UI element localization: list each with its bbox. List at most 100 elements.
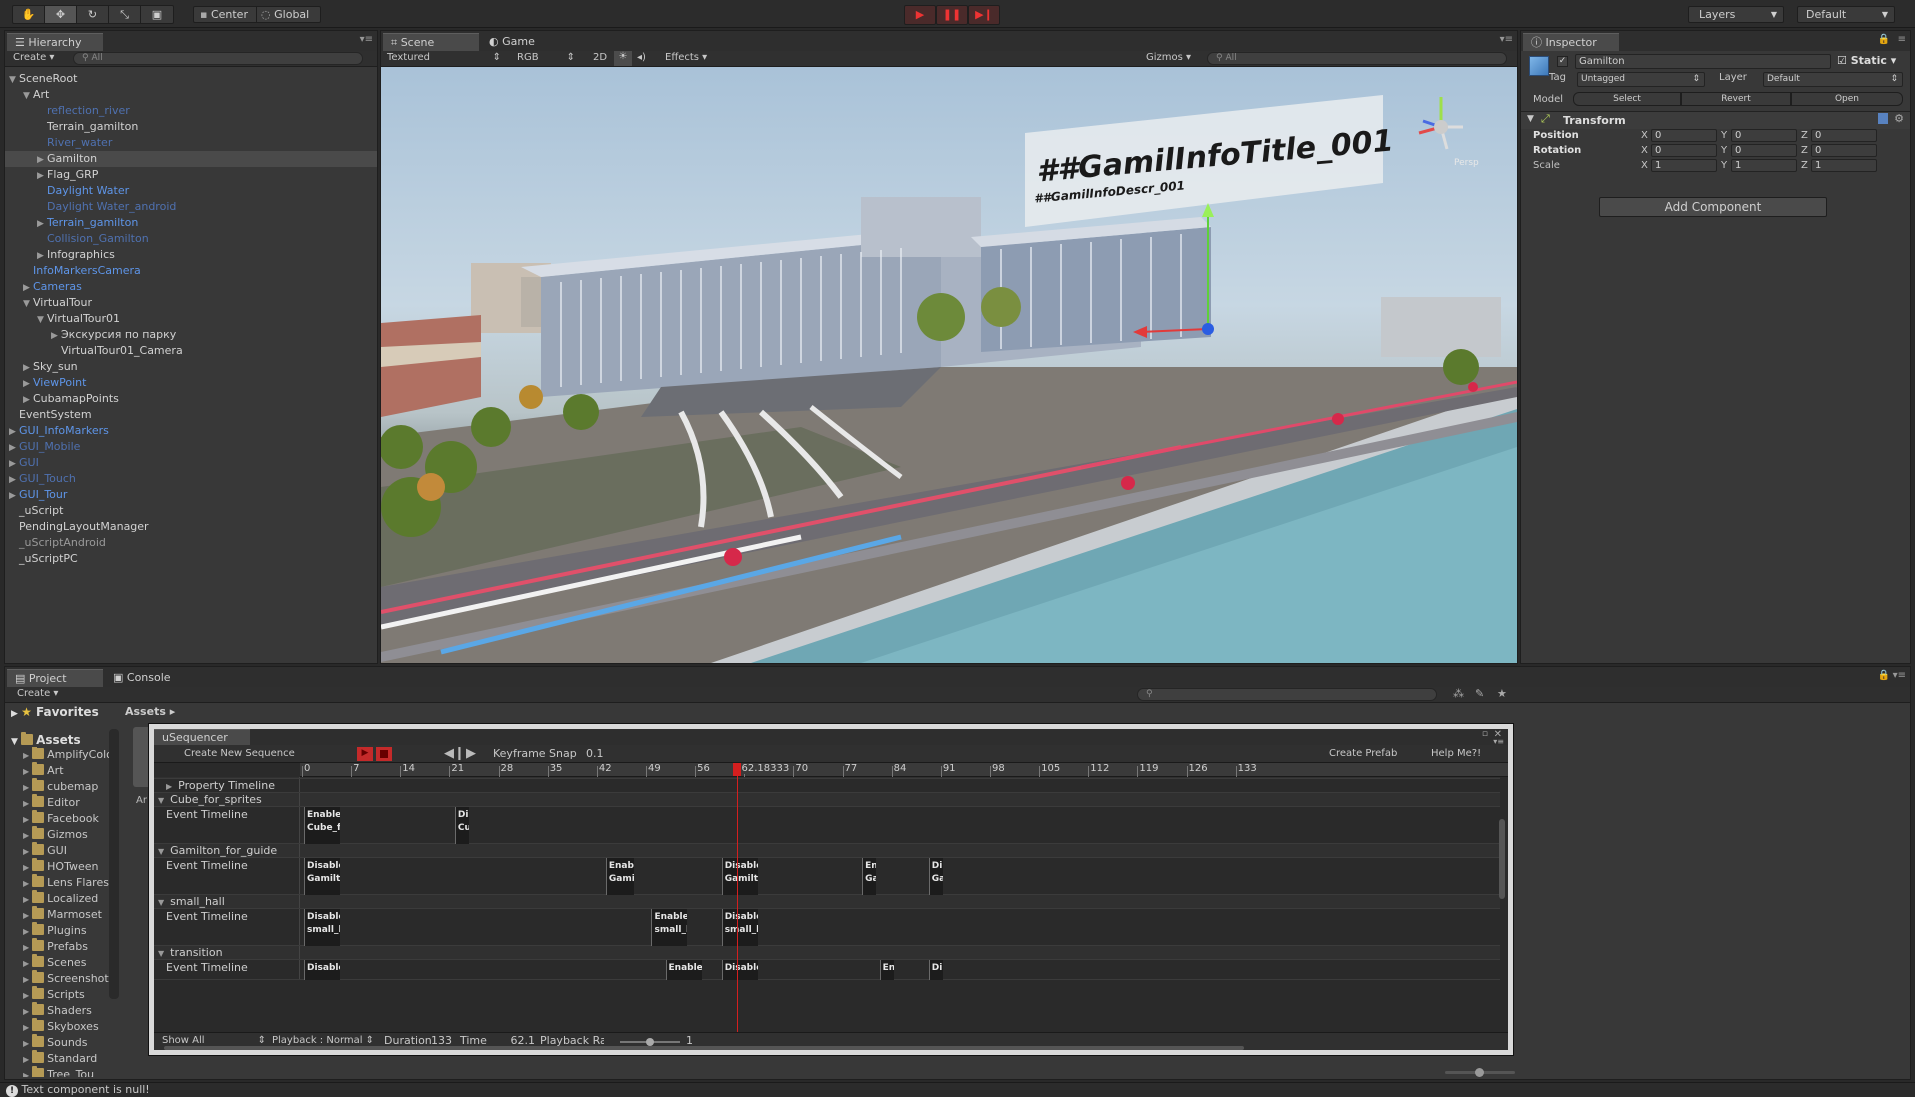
collapsed-arrow-icon[interactable]: ▶ [23, 975, 29, 984]
layout-dropdown[interactable]: Default ▼ [1797, 6, 1895, 23]
hierarchy-item[interactable]: ▶ GUI_InfoMarkers [5, 423, 377, 439]
tab-project[interactable]: ▤ Project [7, 669, 103, 687]
hierarchy-item[interactable]: ▶ GUI [5, 455, 377, 471]
expanded-arrow-icon[interactable]: ▼ [158, 949, 164, 958]
scale-z-field[interactable]: 1 [1811, 159, 1877, 172]
scene-search-input[interactable]: ⚲ All [1207, 52, 1507, 65]
asset-folder-item[interactable]: ▶ Art [23, 762, 64, 779]
collapsed-arrow-icon[interactable]: ▶ [23, 280, 33, 296]
collapsed-arrow-icon[interactable]: ▶ [23, 815, 29, 824]
hierarchy-item[interactable]: ▼ SceneRoot [5, 71, 377, 87]
tab-scene[interactable]: ⌗ Scene [383, 33, 479, 51]
model-revert-button[interactable]: Revert [1681, 92, 1791, 106]
hierarchy-item[interactable]: River_water [5, 135, 377, 151]
collapsed-arrow-icon[interactable]: ▶ [9, 424, 19, 440]
hand-tool-button[interactable]: ✋ [13, 6, 45, 23]
scene-viewport[interactable]: ##GamilInfoTitle_001 ##GamilInfoDescr_00… [381, 67, 1517, 663]
collapsed-arrow-icon[interactable]: ▶ [166, 782, 172, 791]
toggle-2d-button[interactable]: 2D [593, 52, 607, 63]
event-block[interactable]: Disable [304, 960, 340, 980]
move-tool-button[interactable]: ✥ [45, 6, 77, 23]
audio-toggle[interactable]: ◂) [637, 52, 646, 63]
collapsed-arrow-icon[interactable]: ▶ [23, 959, 29, 968]
tab-console[interactable]: ▣ Console [105, 669, 195, 687]
hierarchy-create-button[interactable]: Create ▾ [13, 52, 54, 63]
event-block[interactable]: Di: Cu [454, 807, 469, 844]
event-block[interactable]: Disable small_h [304, 909, 340, 946]
seq-play-button[interactable]: ▶ [357, 747, 373, 761]
collapsed-arrow-icon[interactable]: ▶ [23, 783, 29, 792]
hierarchy-item[interactable]: InfoMarkersCamera [5, 263, 377, 279]
static-checkbox[interactable]: ☑ Static ▾ [1837, 54, 1896, 67]
rotation-z-field[interactable]: 0 [1811, 144, 1877, 157]
expanded-arrow-icon[interactable]: ▼ [9, 72, 19, 88]
tab-game[interactable]: ◐ Game [481, 33, 561, 51]
track-group-row[interactable]: ▼ Cube_for_sprites [154, 793, 1500, 807]
collapsed-arrow-icon[interactable]: ▶ [9, 472, 19, 488]
event-block[interactable]: En Ga [862, 858, 877, 895]
expanded-arrow-icon[interactable]: ▼ [23, 88, 33, 104]
collapsed-arrow-icon[interactable]: ▶ [23, 831, 29, 840]
rotate-tool-button[interactable]: ↻ [77, 6, 109, 23]
hierarchy-item[interactable]: Terrain_gamilton [5, 119, 377, 135]
pivot-center-button[interactable]: ▪ Center [194, 7, 258, 22]
hierarchy-item[interactable]: PendingLayoutManager [5, 519, 377, 535]
playback-mode-dropdown[interactable]: Playback : Normal ⇕ [272, 1035, 374, 1046]
transform-header[interactable]: ▼ ⤢ Transform ⚙ [1521, 111, 1910, 129]
collapsed-arrow-icon[interactable]: ▶ [23, 895, 29, 904]
hierarchy-item[interactable]: Daylight Water_android [5, 199, 377, 215]
collapsed-arrow-icon[interactable]: ▶ [23, 799, 29, 808]
playback-rate-slider[interactable] [620, 1038, 680, 1046]
collapsed-arrow-icon[interactable]: ▶ [23, 1007, 29, 1016]
layer-dropdown[interactable]: Default ⇕ [1763, 72, 1903, 87]
asset-folder-item[interactable]: ▶ Localized [23, 890, 98, 907]
track-group-row[interactable]: ▼ transition [154, 946, 1500, 960]
asset-folder-item[interactable]: ▶ Standard [23, 1050, 97, 1067]
slider-knob[interactable] [646, 1038, 654, 1046]
pause-button[interactable]: ❚❚ [936, 5, 968, 25]
hierarchy-item[interactable]: ▶ Экскурсия по парку [5, 327, 377, 343]
expanded-arrow-icon[interactable]: ▼ [23, 296, 33, 312]
hierarchy-item[interactable]: ▼ VirtualTour01 [5, 311, 377, 327]
effects-dropdown[interactable]: Effects ▾ [665, 52, 707, 63]
position-x-field[interactable]: 0 [1651, 129, 1717, 142]
asset-folder-item[interactable]: ▶ AmplifyColor [23, 747, 110, 763]
asset-folder-item[interactable]: ▶ Shaders [23, 1002, 92, 1019]
project-scrollbar[interactable] [109, 729, 119, 999]
event-timeline-row[interactable]: Event Timeline Disable Gamilto Enabl Gamil Di… [154, 858, 1500, 895]
filter-label-icon[interactable]: ✎ [1475, 687, 1484, 700]
collapsed-arrow-icon[interactable]: ▶ [23, 863, 29, 872]
zoom-slider[interactable] [1445, 1068, 1515, 1077]
hierarchy-item[interactable]: Collision_Gamilton [5, 231, 377, 247]
event-block[interactable]: Disable Gamilto [721, 858, 758, 895]
rotation-y-field[interactable]: 0 [1731, 144, 1797, 157]
hierarchy-item[interactable]: ▶ Terrain_gamilton [5, 215, 377, 231]
asset-folder-item[interactable]: ▶ Skyboxes [23, 1018, 99, 1035]
gear-icon[interactable]: ⚙ [1894, 112, 1904, 125]
lock-icon[interactable]: 🔒 [1878, 670, 1890, 681]
collapsed-arrow-icon[interactable]: ▶ [51, 328, 61, 344]
active-checkbox[interactable]: ✓ [1557, 56, 1568, 67]
project-create-button[interactable]: Create ▾ [17, 688, 58, 699]
book-icon[interactable] [1878, 113, 1888, 124]
hierarchy-item[interactable]: ▶ CubamapPoints [5, 391, 377, 407]
event-timeline-row[interactable]: Event Timeline Disable Enable : Disable En Di… [154, 960, 1500, 980]
help-button[interactable]: Help Me?! [1431, 748, 1481, 759]
hierarchy-item[interactable]: ▶ Infographics [5, 247, 377, 263]
collapsed-arrow-icon[interactable]: ▶ [23, 751, 29, 760]
seq-stop-button[interactable] [376, 747, 392, 761]
play-button[interactable]: ▶ [904, 5, 936, 25]
timeline-ruler[interactable]: 0714212835424956637077849198105112119126… [300, 763, 1508, 777]
keyframe-snap-field[interactable]: 0.1 [586, 747, 630, 760]
collapsed-arrow-icon[interactable]: ▶ [23, 376, 33, 392]
collapsed-arrow-icon[interactable]: ▶ [23, 360, 33, 376]
track-group-row[interactable]: ▼ Gamilton_for_guide [154, 844, 1500, 858]
hierarchy-item[interactable]: ▶ Flag_GRP [5, 167, 377, 183]
panel-menu-icon[interactable]: ≡ [1898, 34, 1906, 45]
expanded-arrow-icon[interactable]: ▼ [158, 847, 164, 856]
hierarchy-item[interactable]: ▼ Art [5, 87, 377, 103]
collapsed-arrow-icon[interactable]: ▶ [9, 456, 19, 472]
hierarchy-item[interactable]: VirtualTour01_Camera [5, 343, 377, 359]
collapsed-arrow-icon[interactable]: ▶ [9, 440, 19, 456]
hierarchy-item[interactable]: _uScript [5, 503, 377, 519]
